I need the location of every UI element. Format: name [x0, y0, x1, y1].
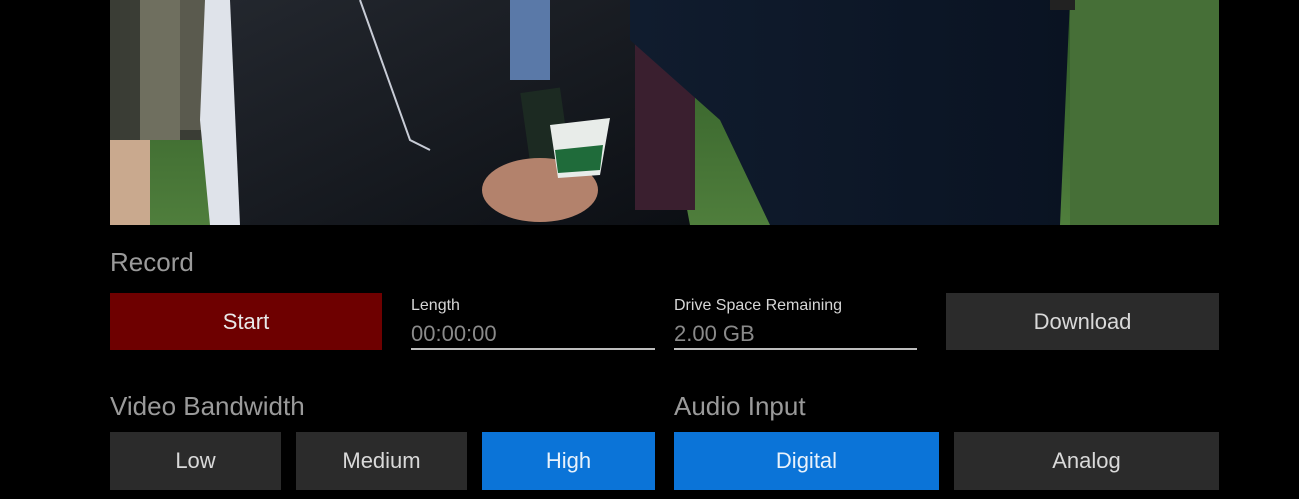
drive-space-value: 2.00 GB	[674, 322, 917, 350]
recorder-panel: Record Start Length 00:00:00 Drive Space…	[0, 0, 1299, 499]
length-value: 00:00:00	[411, 322, 655, 350]
audio-digital-button[interactable]: Digital	[674, 432, 939, 490]
video-preview	[110, 0, 1219, 225]
start-record-button[interactable]: Start	[110, 293, 382, 350]
video-frame-image	[110, 0, 1219, 225]
drive-space-label: Drive Space Remaining	[674, 297, 843, 314]
drive-space-field: Drive Space Remaining 2.00 GB	[674, 296, 917, 350]
bandwidth-medium-button[interactable]: Medium	[296, 432, 467, 490]
audio-input-title: Audio Input	[674, 391, 806, 421]
record-section-title: Record	[110, 247, 194, 277]
length-field: Length 00:00:00	[411, 296, 655, 350]
length-label: Length	[411, 297, 460, 314]
bandwidth-low-button[interactable]: Low	[110, 432, 281, 490]
video-bandwidth-title: Video Bandwidth	[110, 391, 305, 421]
bandwidth-high-button[interactable]: High	[482, 432, 655, 490]
download-button[interactable]: Download	[946, 293, 1219, 350]
audio-analog-button[interactable]: Analog	[954, 432, 1219, 490]
